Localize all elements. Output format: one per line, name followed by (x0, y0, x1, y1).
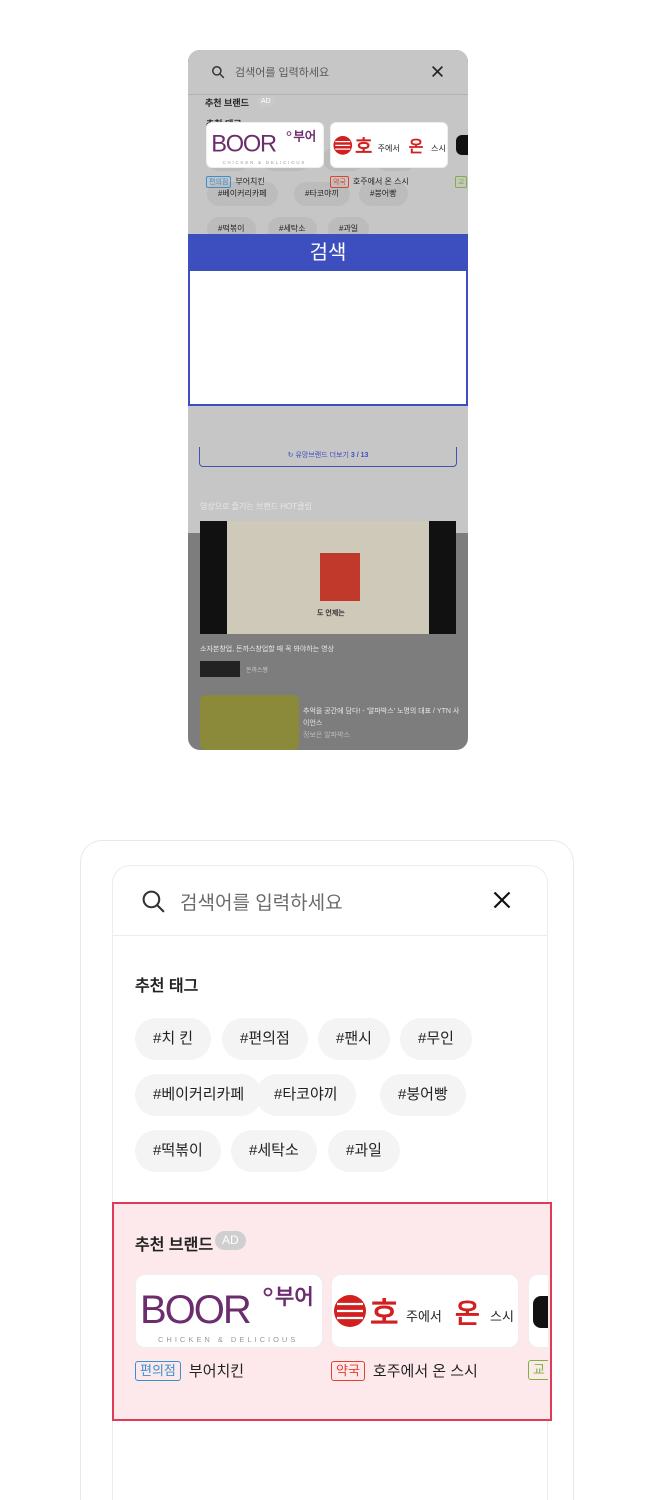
svg-text:BOOR: BOOR (140, 1288, 251, 1332)
ad-badge: AD (215, 1231, 246, 1250)
category-badge: 교 (528, 1360, 548, 1380)
search-input[interactable]: 검색어를 입력하세요 (180, 888, 343, 915)
category-badge: 약국 (331, 1361, 365, 1381)
tag-chip[interactable]: #팬시 (318, 1018, 390, 1060)
tag-chip[interactable]: #타코야끼 (256, 1074, 356, 1116)
tag-chip[interactable]: #세탁소 (231, 1130, 317, 1172)
tag-chip[interactable]: #편의점 (222, 1018, 308, 1060)
tag-chip[interactable]: #치 킨 (135, 1018, 212, 1060)
tags-title: 추천 태그 (135, 978, 199, 995)
svg-text:호: 호 (370, 1296, 399, 1332)
brand-label: 교 (528, 1360, 548, 1380)
brand-label: 약국 호주에서 온 스시 (331, 1360, 478, 1381)
svg-text:스시: 스시 (490, 1310, 514, 1325)
brand-card-logo[interactable]: 호 주에서 온 스시 (331, 1274, 519, 1348)
search-icon (142, 890, 165, 913)
svg-text:주에서: 주에서 (406, 1310, 442, 1325)
svg-text:온: 온 (455, 1299, 480, 1330)
brand-name: 호주에서 온 스시 (372, 1363, 478, 1380)
brand-name: 부어치킨 (188, 1363, 245, 1380)
brands-title: 추천 브랜드 (135, 1237, 214, 1254)
brand-card-logo[interactable] (528, 1274, 548, 1348)
boor-logo: BOOR 부어 CHICKEN & DELICIOUS (140, 1285, 314, 1344)
brand-label: 편의점 부어치킨 (135, 1360, 244, 1381)
brand-card-logo[interactable]: BOOR 부어 CHICKEN & DELICIOUS (135, 1274, 323, 1348)
svg-text:CHICKEN & DELICIOUS: CHICKEN & DELICIOUS (158, 1335, 298, 1344)
close-icon[interactable] (492, 890, 512, 910)
svg-text:부어: 부어 (275, 1285, 314, 1309)
tag-chip[interactable]: #과일 (328, 1130, 400, 1172)
zoom-panel: 검색어를 입력하세요 추천 태그 #치 킨 #편의점 #팬시 #무인 #베이커리… (0, 0, 656, 1500)
hoju-sushi-logo: 호 주에서 온 스시 (334, 1295, 514, 1332)
tag-chip[interactable]: #떡볶이 (135, 1130, 221, 1172)
tag-chip[interactable]: #무인 (400, 1018, 472, 1060)
category-badge: 편의점 (135, 1361, 181, 1381)
tag-chip[interactable]: #붕어빵 (380, 1074, 466, 1116)
tag-chip[interactable]: #베이커리카페 (135, 1074, 263, 1116)
